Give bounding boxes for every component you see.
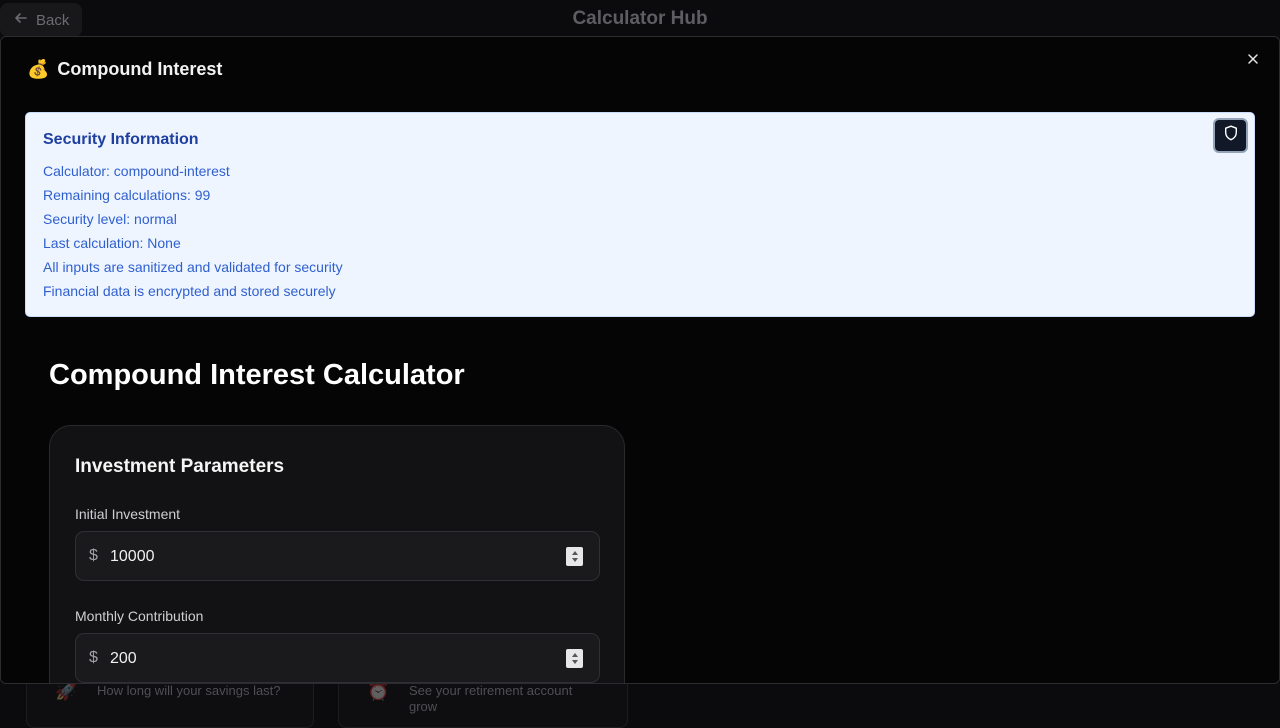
security-line: Remaining calculations: 99 xyxy=(43,187,211,203)
calculator-modal: 💰 Compound Interest Security Information… xyxy=(0,36,1280,684)
initial-investment-field: $ xyxy=(75,531,600,581)
initial-investment-label: Initial Investment xyxy=(75,506,181,522)
chevron-up-icon xyxy=(571,652,578,657)
money-bag-icon: 💰 xyxy=(27,59,50,79)
security-heading: Security Information xyxy=(43,131,199,148)
initial-investment-input[interactable] xyxy=(108,542,532,572)
security-info-panel: Security Information Calculator: compoun… xyxy=(25,112,1255,317)
security-line: Calculator: compound-interest xyxy=(43,163,230,179)
investment-parameters-card: Investment Parameters Initial Investment… xyxy=(49,425,625,683)
chevron-down-icon xyxy=(571,558,578,563)
card-description: See your retirement account grow xyxy=(409,683,573,714)
monthly-contribution-input[interactable] xyxy=(108,644,532,674)
security-line: All inputs are sanitized and validated f… xyxy=(43,259,343,275)
monthly-contribution-label: Monthly Contribution xyxy=(75,608,204,624)
background-calculator-card[interactable]: 🚀 How long will your savings last? xyxy=(26,678,314,728)
chevron-down-icon xyxy=(571,660,578,665)
modal-title: Compound Interest xyxy=(57,59,223,79)
security-line: Financial data is encrypted and stored s… xyxy=(43,283,336,299)
close-icon xyxy=(1247,52,1259,70)
number-stepper[interactable] xyxy=(566,649,583,668)
security-line: Last calculation: None xyxy=(43,235,181,251)
close-button[interactable] xyxy=(1243,51,1263,71)
parameters-title: Investment Parameters xyxy=(75,456,285,477)
modal-header: 💰 Compound Interest xyxy=(27,59,222,80)
shield-icon xyxy=(1224,125,1238,146)
dollar-prefix: $ xyxy=(89,547,98,564)
calculator-title: Compound Interest Calculator xyxy=(49,359,465,391)
rocket-icon: 🚀 xyxy=(55,681,78,701)
app-topbar: Back Calculator Hub xyxy=(0,0,1280,40)
chevron-up-icon xyxy=(571,550,578,555)
number-stepper[interactable] xyxy=(566,547,583,566)
security-toggle-button[interactable] xyxy=(1213,118,1248,153)
background-calculator-card[interactable]: ⏰ See your retirement account grow xyxy=(338,678,628,728)
app-title: Calculator Hub xyxy=(572,8,708,29)
card-description: How long will your savings last? xyxy=(97,683,281,698)
dollar-prefix: $ xyxy=(89,649,98,666)
monthly-contribution-field: $ xyxy=(75,633,600,683)
security-line: Security level: normal xyxy=(43,211,177,227)
clock-icon: ⏰ xyxy=(367,681,390,701)
